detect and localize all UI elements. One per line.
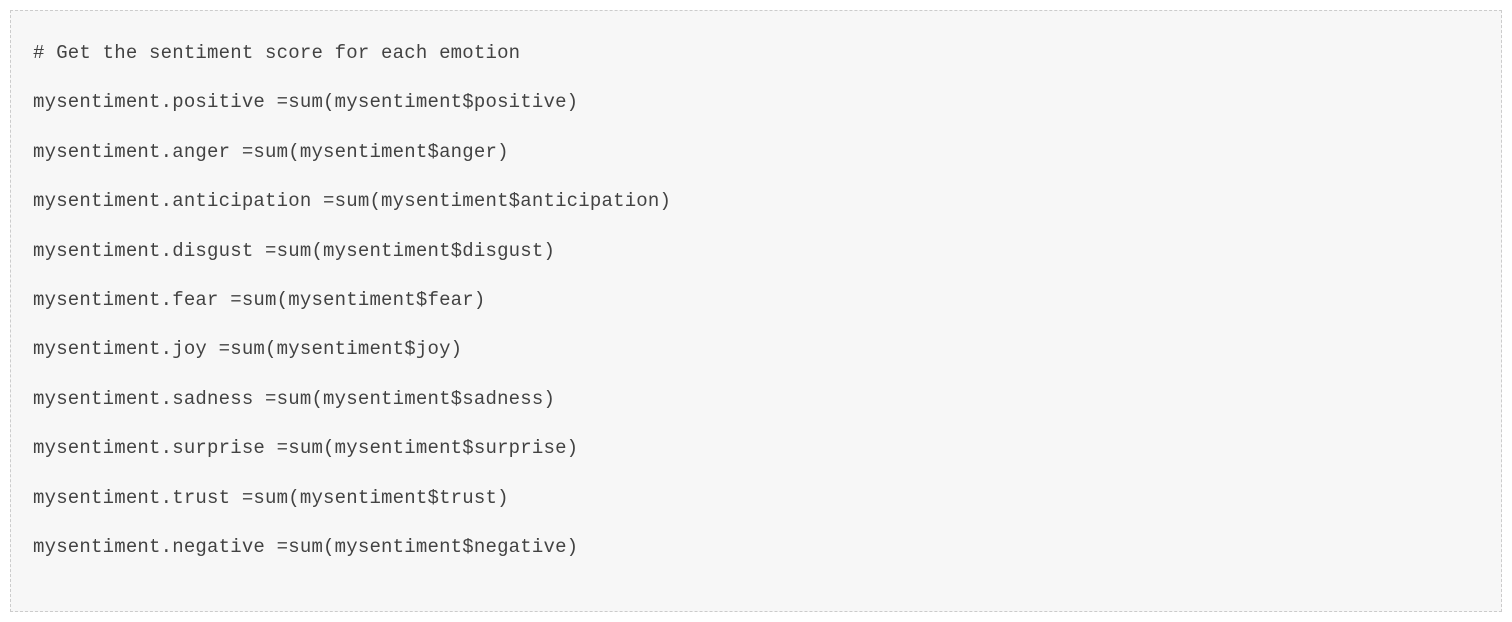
code-block: # Get the sentiment score for each emoti…	[10, 10, 1502, 612]
code-line: mysentiment.anger =sum(mysentiment$anger…	[33, 128, 1479, 177]
code-line: mysentiment.sadness =sum(mysentiment$sad…	[33, 375, 1479, 424]
code-line: mysentiment.joy =sum(mysentiment$joy)	[33, 325, 1479, 374]
code-line: mysentiment.fear =sum(mysentiment$fear)	[33, 276, 1479, 325]
code-line: mysentiment.surprise =sum(mysentiment$su…	[33, 424, 1479, 473]
code-line: mysentiment.disgust =sum(mysentiment$dis…	[33, 227, 1479, 276]
code-line: mysentiment.positive =sum(mysentiment$po…	[33, 78, 1479, 127]
code-line: mysentiment.anticipation =sum(mysentimen…	[33, 177, 1479, 226]
code-line: # Get the sentiment score for each emoti…	[33, 29, 1479, 78]
code-line: mysentiment.negative =sum(mysentiment$ne…	[33, 523, 1479, 572]
code-line: mysentiment.trust =sum(mysentiment$trust…	[33, 474, 1479, 523]
